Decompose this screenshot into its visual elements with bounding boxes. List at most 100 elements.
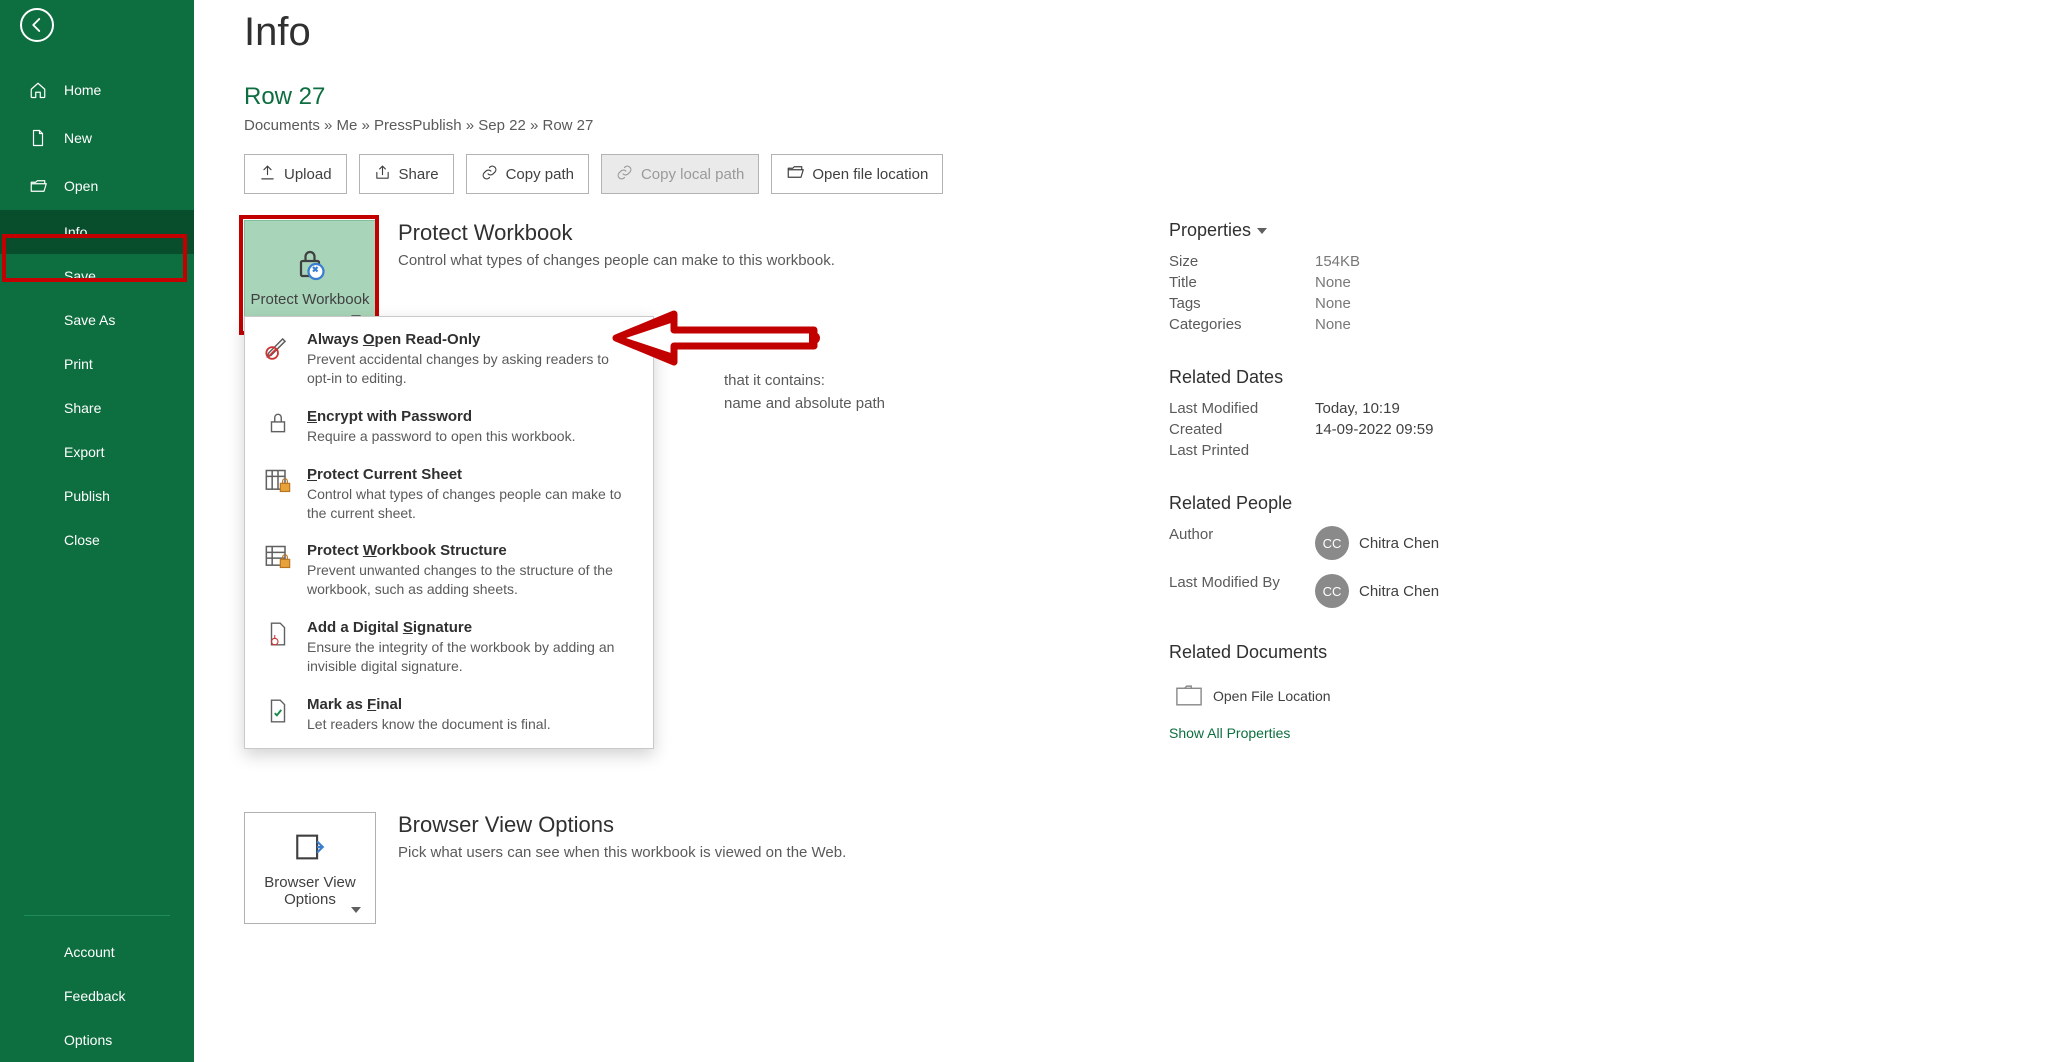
lock-icon [263, 408, 293, 438]
sidebar-item-print[interactable]: Print [0, 342, 194, 386]
link-icon [616, 164, 633, 185]
date-label: Last Modified [1169, 400, 1315, 417]
browser-desc: Pick what users can see when this workbo… [398, 842, 846, 863]
upload-button[interactable]: Upload [244, 154, 347, 194]
sidebar-item-label: Home [64, 82, 101, 98]
author-person[interactable]: CC Chitra Chen [1315, 526, 1439, 560]
info-content: Info Row 27 Documents » Me » PressPublis… [194, 0, 2048, 1062]
action-label: Copy path [506, 166, 574, 183]
property-row: Size154KB [1169, 253, 1998, 270]
folder-open-icon [28, 176, 48, 196]
workbook-lock-icon [263, 542, 293, 572]
dropdown-item-desc: Prevent accidental changes by asking rea… [307, 350, 635, 388]
sidebar-item-label: Feedback [64, 988, 125, 1004]
sidebar-item-info[interactable]: Info [0, 210, 194, 254]
protect-workbook-label: Protect Workbook [251, 291, 370, 308]
sidebar-separator [24, 915, 170, 916]
copypath-button[interactable]: Copy path [466, 154, 589, 194]
browser-icon [291, 828, 329, 866]
sheet-lock-icon [263, 466, 293, 496]
final-icon [263, 696, 293, 726]
action-label: Open file location [812, 166, 928, 183]
property-value[interactable]: None [1315, 274, 1351, 291]
chevron-down-icon [351, 907, 361, 913]
sidebar-item-label: Open [64, 178, 98, 194]
sidebar-item-feedback[interactable]: Feedback [0, 974, 194, 1018]
dropdown-item-mark-as-final[interactable]: Mark as FinalLet readers know the docume… [245, 686, 653, 744]
related-documents-heading: Related Documents [1169, 642, 1327, 663]
sidebar-item-open[interactable]: Open [0, 162, 194, 210]
dropdown-item-desc: Let readers know the document is final. [307, 715, 551, 734]
browser-view-options-button[interactable]: Browser View Options [244, 812, 376, 924]
sidebar-item-home[interactable]: Home [0, 66, 194, 114]
show-all-properties-link[interactable]: Show All Properties [1169, 725, 1998, 741]
properties-heading[interactable]: Properties [1169, 220, 1267, 241]
date-row: Created14-09-2022 09:59 [1169, 421, 1998, 438]
file-icon [28, 128, 48, 148]
sidebar-item-new[interactable]: New [0, 114, 194, 162]
sidebar-item-publish[interactable]: Publish [0, 474, 194, 518]
avatar: CC [1315, 574, 1349, 608]
modified-by-label: Last Modified By [1169, 574, 1315, 618]
dropdown-item-add-a-digital-signature[interactable]: Add a Digital SignatureEnsure the integr… [245, 609, 653, 686]
pencil-no-icon [263, 331, 293, 361]
arrow-left-icon [28, 16, 46, 34]
home-icon [28, 80, 48, 100]
date-value: 14-09-2022 09:59 [1315, 421, 1433, 438]
property-value[interactable]: None [1315, 316, 1351, 333]
avatar: CC [1315, 526, 1349, 560]
folder-icon [1175, 685, 1203, 707]
sidebar-item-saveas[interactable]: Save As [0, 298, 194, 342]
dropdown-item-always-open-read-only[interactable]: Always Open Read-Only Prevent accidental … [245, 321, 653, 398]
sidebar-item-save[interactable]: Save [0, 254, 194, 298]
property-row: CategoriesNone [1169, 316, 1998, 333]
dropdown-item-title: Always Open Read-Only [307, 331, 635, 348]
property-row: TitleNone [1169, 274, 1998, 291]
dropdown-item-desc: Ensure the integrity of the workbook by … [307, 638, 635, 676]
folder-open-icon [786, 163, 804, 185]
share-button[interactable]: Share [359, 154, 454, 194]
property-row: TagsNone [1169, 295, 1998, 312]
sidebar-item-options[interactable]: Options [0, 1018, 194, 1062]
modified-by-name: Chitra Chen [1359, 583, 1439, 600]
open-file-location-link[interactable]: Open File Location [1175, 685, 1998, 707]
author-label: Author [1169, 526, 1315, 570]
dropdown-item-encrypt-with-password[interactable]: Encrypt with PasswordRequire a password … [245, 398, 653, 456]
openloc-button[interactable]: Open file location [771, 154, 943, 194]
sidebar-item-export[interactable]: Export [0, 430, 194, 474]
modified-by-person[interactable]: CC Chitra Chen [1315, 574, 1439, 608]
sidebar-item-close[interactable]: Close [0, 518, 194, 562]
copylocal-button: Copy local path [601, 154, 759, 194]
sidebar-item-label: Export [64, 444, 104, 460]
browser-view-label: Browser View Options [245, 874, 375, 908]
breadcrumb: Documents » Me » PressPublish » Sep 22 »… [244, 117, 1998, 134]
dropdown-item-title: Protect Current Sheet [307, 466, 635, 483]
protect-title: Protect Workbook [398, 220, 835, 246]
sidebar-item-label: Info [64, 224, 87, 240]
dropdown-item-title: Protect Workbook Structure [307, 542, 635, 559]
sidebar-item-label: Print [64, 356, 93, 372]
date-label: Created [1169, 421, 1315, 438]
property-value[interactable]: None [1315, 295, 1351, 312]
signature-icon [263, 619, 293, 649]
date-label: Last Printed [1169, 442, 1315, 459]
date-row: Last Printed [1169, 442, 1998, 459]
date-value: Today, 10:19 [1315, 400, 1400, 417]
share-icon [374, 164, 391, 185]
sidebar-item-share[interactable]: Share [0, 386, 194, 430]
action-bar: Upload Share Copy path Copy local path Open … [244, 154, 1998, 194]
date-row: Last ModifiedToday, 10:19 [1169, 400, 1998, 417]
inspect-peek: that it contains: name and absolute path [724, 370, 1104, 415]
sidebar-item-label: Publish [64, 488, 110, 504]
link-icon [481, 164, 498, 185]
sidebar-item-account[interactable]: Account [0, 930, 194, 974]
dropdown-item-protect-current-sheet[interactable]: Protect Current SheetControl what types … [245, 456, 653, 533]
sidebar-item-label: Account [64, 944, 115, 960]
dropdown-item-protect-workbook-structure[interactable]: Protect Workbook StructurePrevent unwant… [245, 532, 653, 609]
browser-title: Browser View Options [398, 812, 846, 838]
sidebar-item-label: Share [64, 400, 101, 416]
sidebar-item-label: Save [64, 268, 96, 284]
back-button[interactable] [20, 8, 54, 42]
property-value[interactable]: 154KB [1315, 253, 1360, 270]
protect-dropdown: Always Open Read-Only Prevent accidental … [244, 316, 654, 749]
